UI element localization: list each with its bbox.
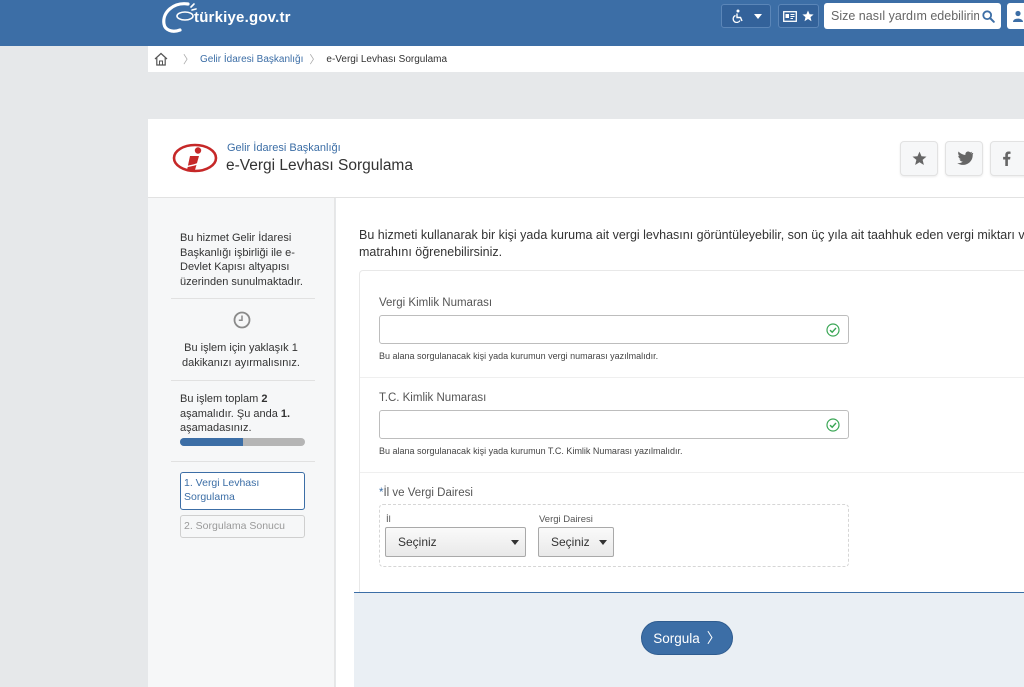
accessibility-menu-button[interactable]	[721, 4, 771, 28]
step-status-mid: aşamalıdır. Şu anda	[180, 407, 281, 420]
form-submit-area: Sorgula 〉	[354, 592, 1024, 687]
il-vergi-dairesi-group: İl Seçiniz Vergi Dairesi Seçiniz	[379, 504, 849, 567]
star-icon	[802, 10, 814, 22]
vkn-label: Vergi Kimlik Numarası	[379, 297, 493, 309]
dropdown-caret-icon	[599, 540, 607, 545]
facebook-share-button[interactable]	[990, 141, 1024, 176]
favorite-button[interactable]	[900, 141, 938, 176]
tckn-field-wrapper	[379, 410, 849, 439]
logo-text: türkiye.gov.tr	[194, 8, 291, 26]
step-progress-bar	[180, 438, 305, 446]
il-vergi-dairesi-label-text: İl ve Vergi Dairesi	[383, 487, 473, 499]
dropdown-caret-icon	[511, 540, 519, 545]
twitter-share-button[interactable]	[945, 141, 983, 176]
search-icon[interactable]	[982, 9, 995, 23]
page-title: e-Vergi Levhası Sorgulama	[226, 157, 413, 174]
service-description-line1: Bu hizmeti kullanarak bir kişi yada kuru…	[359, 228, 1024, 242]
vergi-dairesi-label: Vergi Dairesi	[539, 514, 593, 525]
step-current: 1.	[280, 407, 291, 420]
home-icon[interactable]	[153, 51, 169, 67]
sidebar-divider	[171, 380, 315, 381]
il-label: İl	[386, 514, 391, 525]
breadcrumb-separator: 〉	[309, 54, 321, 66]
tckn-label: T.C. Kimlik Numarası	[379, 392, 487, 404]
user-login-button[interactable]	[1007, 3, 1024, 29]
vkn-field-wrapper	[379, 315, 849, 344]
valid-check-icon	[826, 323, 840, 337]
form-divider	[360, 472, 1024, 473]
vergi-dairesi-select-value: Seçiniz	[551, 535, 590, 549]
sidebar-divider	[171, 461, 315, 462]
il-vergi-dairesi-label: *İl ve Vergi Dairesi	[379, 487, 473, 499]
tckn-help-text: Bu alana sorgulanacak kişi yada kurumun …	[379, 446, 683, 456]
tckn-input[interactable]	[380, 411, 848, 438]
breadcrumb: 〉 Gelir İdaresi Başkanlığı 〉 e-Vergi Lev…	[148, 46, 1024, 72]
sorgula-button[interactable]: Sorgula 〉	[641, 621, 733, 655]
sidebar-divider	[171, 298, 315, 299]
form-divider	[360, 377, 1024, 378]
step-status-prefix: Bu işlem toplam	[180, 393, 262, 405]
search-box	[824, 3, 1001, 29]
step-status-suffix: aşamadasınız.	[180, 422, 252, 434]
il-select-value: Seçiniz	[398, 535, 437, 549]
service-header: Gelir İdaresi Başkanlığı e-Vergi Levhası…	[148, 119, 1024, 198]
twitter-icon	[956, 151, 973, 165]
step-total: 2	[261, 393, 268, 405]
valid-check-icon	[826, 418, 840, 432]
id-card-favorites-button[interactable]	[778, 4, 819, 28]
accessibility-icon	[732, 9, 743, 23]
vkn-help-text: Bu alana sorgulanacak kişi yada kurumun …	[379, 351, 659, 361]
user-icon	[1013, 10, 1023, 22]
step-1-vergi-levhasi-sorgulama[interactable]: 1. Vergi Levhası Sorgulama	[180, 472, 305, 510]
gib-logo-icon	[172, 143, 218, 173]
breadcrumb-item-current: e-Vergi Levhası Sorgulama	[326, 53, 448, 65]
id-card-icon	[783, 10, 797, 22]
service-description: Bu hizmeti kullanarak bir kişi yada kuru…	[359, 227, 1024, 261]
vkn-input[interactable]	[380, 316, 848, 343]
star-icon	[912, 151, 926, 165]
clock-icon	[233, 311, 251, 329]
search-input[interactable]	[831, 9, 979, 23]
step-status-text: Bu işlem toplam 2 aşamalıdır. Şu anda 1.…	[180, 392, 310, 436]
facebook-icon	[1002, 151, 1011, 166]
service-org-name[interactable]: Gelir İdaresi Başkanlığı	[227, 142, 341, 154]
top-header: türkiye.gov.tr	[0, 0, 1024, 46]
main-content: Bu hizmeti kullanarak bir kişi yada kuru…	[336, 198, 1024, 687]
query-form: Vergi Kimlik Numarası Bu alana sorgulana…	[354, 270, 1024, 687]
step-progress-fill	[180, 438, 243, 446]
breadcrumb-item-gib[interactable]: Gelir İdaresi Başkanlığı	[200, 54, 303, 65]
il-select[interactable]: Seçiniz	[385, 527, 526, 557]
service-description-line2: matrahını öğrenebilirsiniz.	[359, 245, 503, 259]
sorgula-button-label: Sorgula	[653, 630, 700, 646]
service-info-text: Bu hizmet Gelir İdaresi Başkanlığı işbir…	[180, 232, 303, 288]
vergi-dairesi-select[interactable]: Seçiniz	[538, 527, 614, 557]
turkiye-gov-logo[interactable]: türkiye.gov.tr	[158, 0, 291, 34]
step-2-sorgulama-sonucu: 2. Sorgulama Sonucu	[180, 515, 305, 538]
service-sidebar: Bu hizmet Gelir İdaresi Başkanlığı işbir…	[148, 198, 335, 687]
chevron-down-icon	[753, 13, 762, 19]
chevron-right-icon: 〉	[706, 630, 721, 646]
time-estimate-text: Bu işlem için yaklaşık 1 dakikanızı ayır…	[182, 342, 300, 369]
logo-swoosh-icon	[162, 2, 197, 33]
breadcrumb-separator: 〉	[183, 54, 194, 66]
